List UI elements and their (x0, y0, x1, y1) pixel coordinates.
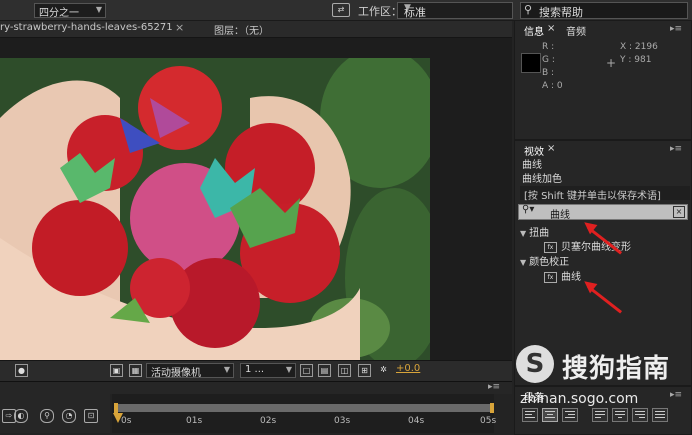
preset-item[interactable]: 曲线 (522, 156, 542, 171)
category-color-correction[interactable]: ▼ 颜色校正 (520, 253, 569, 268)
exposure-icon[interactable]: ✲ (378, 364, 389, 375)
chevron-down-icon: ▼ (404, 3, 411, 13)
work-area-end-handle[interactable] (490, 403, 494, 413)
strawberry-photo (0, 58, 430, 360)
effects-search-input[interactable]: ⚲▾ 曲线 × (518, 204, 688, 221)
tab-composition[interactable]: ry-strawberry-hands-leaves-65271 (0, 22, 172, 33)
close-icon[interactable]: × (175, 21, 184, 34)
chevron-down-icon: ▼ (285, 365, 292, 374)
color-channels-icon[interactable]: ● (15, 364, 28, 377)
tab-info[interactable]: 信息 (524, 23, 544, 38)
color-swatch (521, 53, 541, 73)
timeline-header (0, 381, 512, 394)
tick-label: 02s (260, 416, 277, 426)
chevron-down-icon: ▼ (223, 365, 230, 374)
sogou-logo: S (516, 345, 554, 383)
expand-triangle-icon: ▼ (520, 229, 527, 238)
timeline-icon[interactable]: ◫ (338, 364, 351, 377)
camera-value: 活动摄像机 (151, 368, 201, 379)
close-icon[interactable]: × (547, 23, 555, 34)
playhead[interactable] (113, 413, 123, 423)
menu-icon[interactable]: ▸≡ (670, 144, 682, 154)
rgb-readout: R : G : B : A : 0 (542, 42, 563, 91)
workspace-select[interactable]: 标准 ▼ (397, 2, 513, 19)
mode-icon[interactable]: ⇄ (332, 3, 350, 17)
tick-label: 05s (480, 416, 497, 426)
category-distort[interactable]: ▼ 扭曲 (520, 224, 549, 239)
search-value: 曲线 (550, 210, 570, 221)
transparency-grid-icon[interactable]: ▦ (129, 364, 142, 377)
exposure-value[interactable]: +0.0 (396, 363, 420, 374)
effect-icon: fx (544, 271, 557, 283)
workspace-label: 工作区： (358, 5, 402, 18)
expand-triangle-icon: ▼ (520, 258, 527, 267)
stopwatch-icon[interactable]: ◔ (62, 409, 76, 423)
watermark-text: 搜狗指南 (562, 354, 671, 384)
flowchart-icon[interactable]: ⊞ (358, 364, 371, 377)
camera-select[interactable]: 活动摄像机 ▼ (146, 363, 234, 379)
eraser-icon[interactable]: ◐ (14, 409, 28, 423)
info-panel (514, 20, 692, 140)
chevron-down-icon: ▼ (95, 5, 102, 14)
search-icon[interactable]: ⚲ (40, 409, 54, 423)
crosshair-icon: + (606, 56, 617, 70)
effect-label: 曲线 (561, 272, 581, 283)
search-icon: ⚲ (524, 3, 533, 16)
toggle-pixel-icon[interactable]: □ (300, 364, 313, 377)
resolution-value: 四分之一 (39, 8, 79, 19)
composition-icon[interactable]: ⊡ (84, 409, 98, 423)
save-term-hint: [按 Shift 键并单击以保存术语] (520, 186, 690, 202)
effect-icon: fx (544, 241, 557, 253)
menu-icon[interactable]: ▸≡ (670, 24, 682, 34)
work-area-bar[interactable] (116, 404, 493, 412)
effect-item-curves[interactable]: fx 曲线 (544, 268, 581, 283)
menu-icon[interactable]: ▸≡ (488, 382, 500, 392)
preset-item[interactable]: 曲线加色 (522, 170, 562, 185)
help-search-placeholder: 搜索帮助 (539, 6, 583, 19)
hint-text: [按 Shift 键并单击以保存术语] (524, 191, 661, 202)
views-value: 1 ... (245, 364, 265, 375)
close-icon[interactable]: × (547, 143, 555, 154)
tick-label: 01s (186, 416, 203, 426)
fast-preview-icon[interactable]: ▤ (318, 364, 331, 377)
search-icon: ⚲▾ (522, 204, 535, 215)
watermark-url: zhinan.sogo.com (520, 391, 639, 407)
region-of-interest-icon[interactable]: ▣ (110, 364, 123, 377)
strawberry-image[interactable] (0, 58, 430, 360)
category-label: 颜色校正 (529, 257, 570, 268)
views-select[interactable]: 1 ... ▼ (240, 363, 296, 378)
resolution-select[interactable]: 四分之一 ▼ (34, 3, 106, 19)
work-area-start-handle[interactable] (114, 403, 118, 413)
clear-search-icon[interactable]: × (673, 206, 685, 218)
watermark: S 搜狗指南 zhinan.sogo.com (516, 345, 692, 433)
help-search-input[interactable]: ⚲ 搜索帮助 (520, 2, 688, 19)
tick-label: 04s (408, 416, 425, 426)
xy-readout: X : 2196 Y : 981 (620, 42, 658, 65)
tab-layer[interactable]: 图层：（无） (214, 22, 269, 37)
tab-audio[interactable]: 音频 (566, 23, 586, 38)
time-ruler[interactable] (112, 394, 494, 433)
tick-label: 03s (334, 416, 351, 426)
